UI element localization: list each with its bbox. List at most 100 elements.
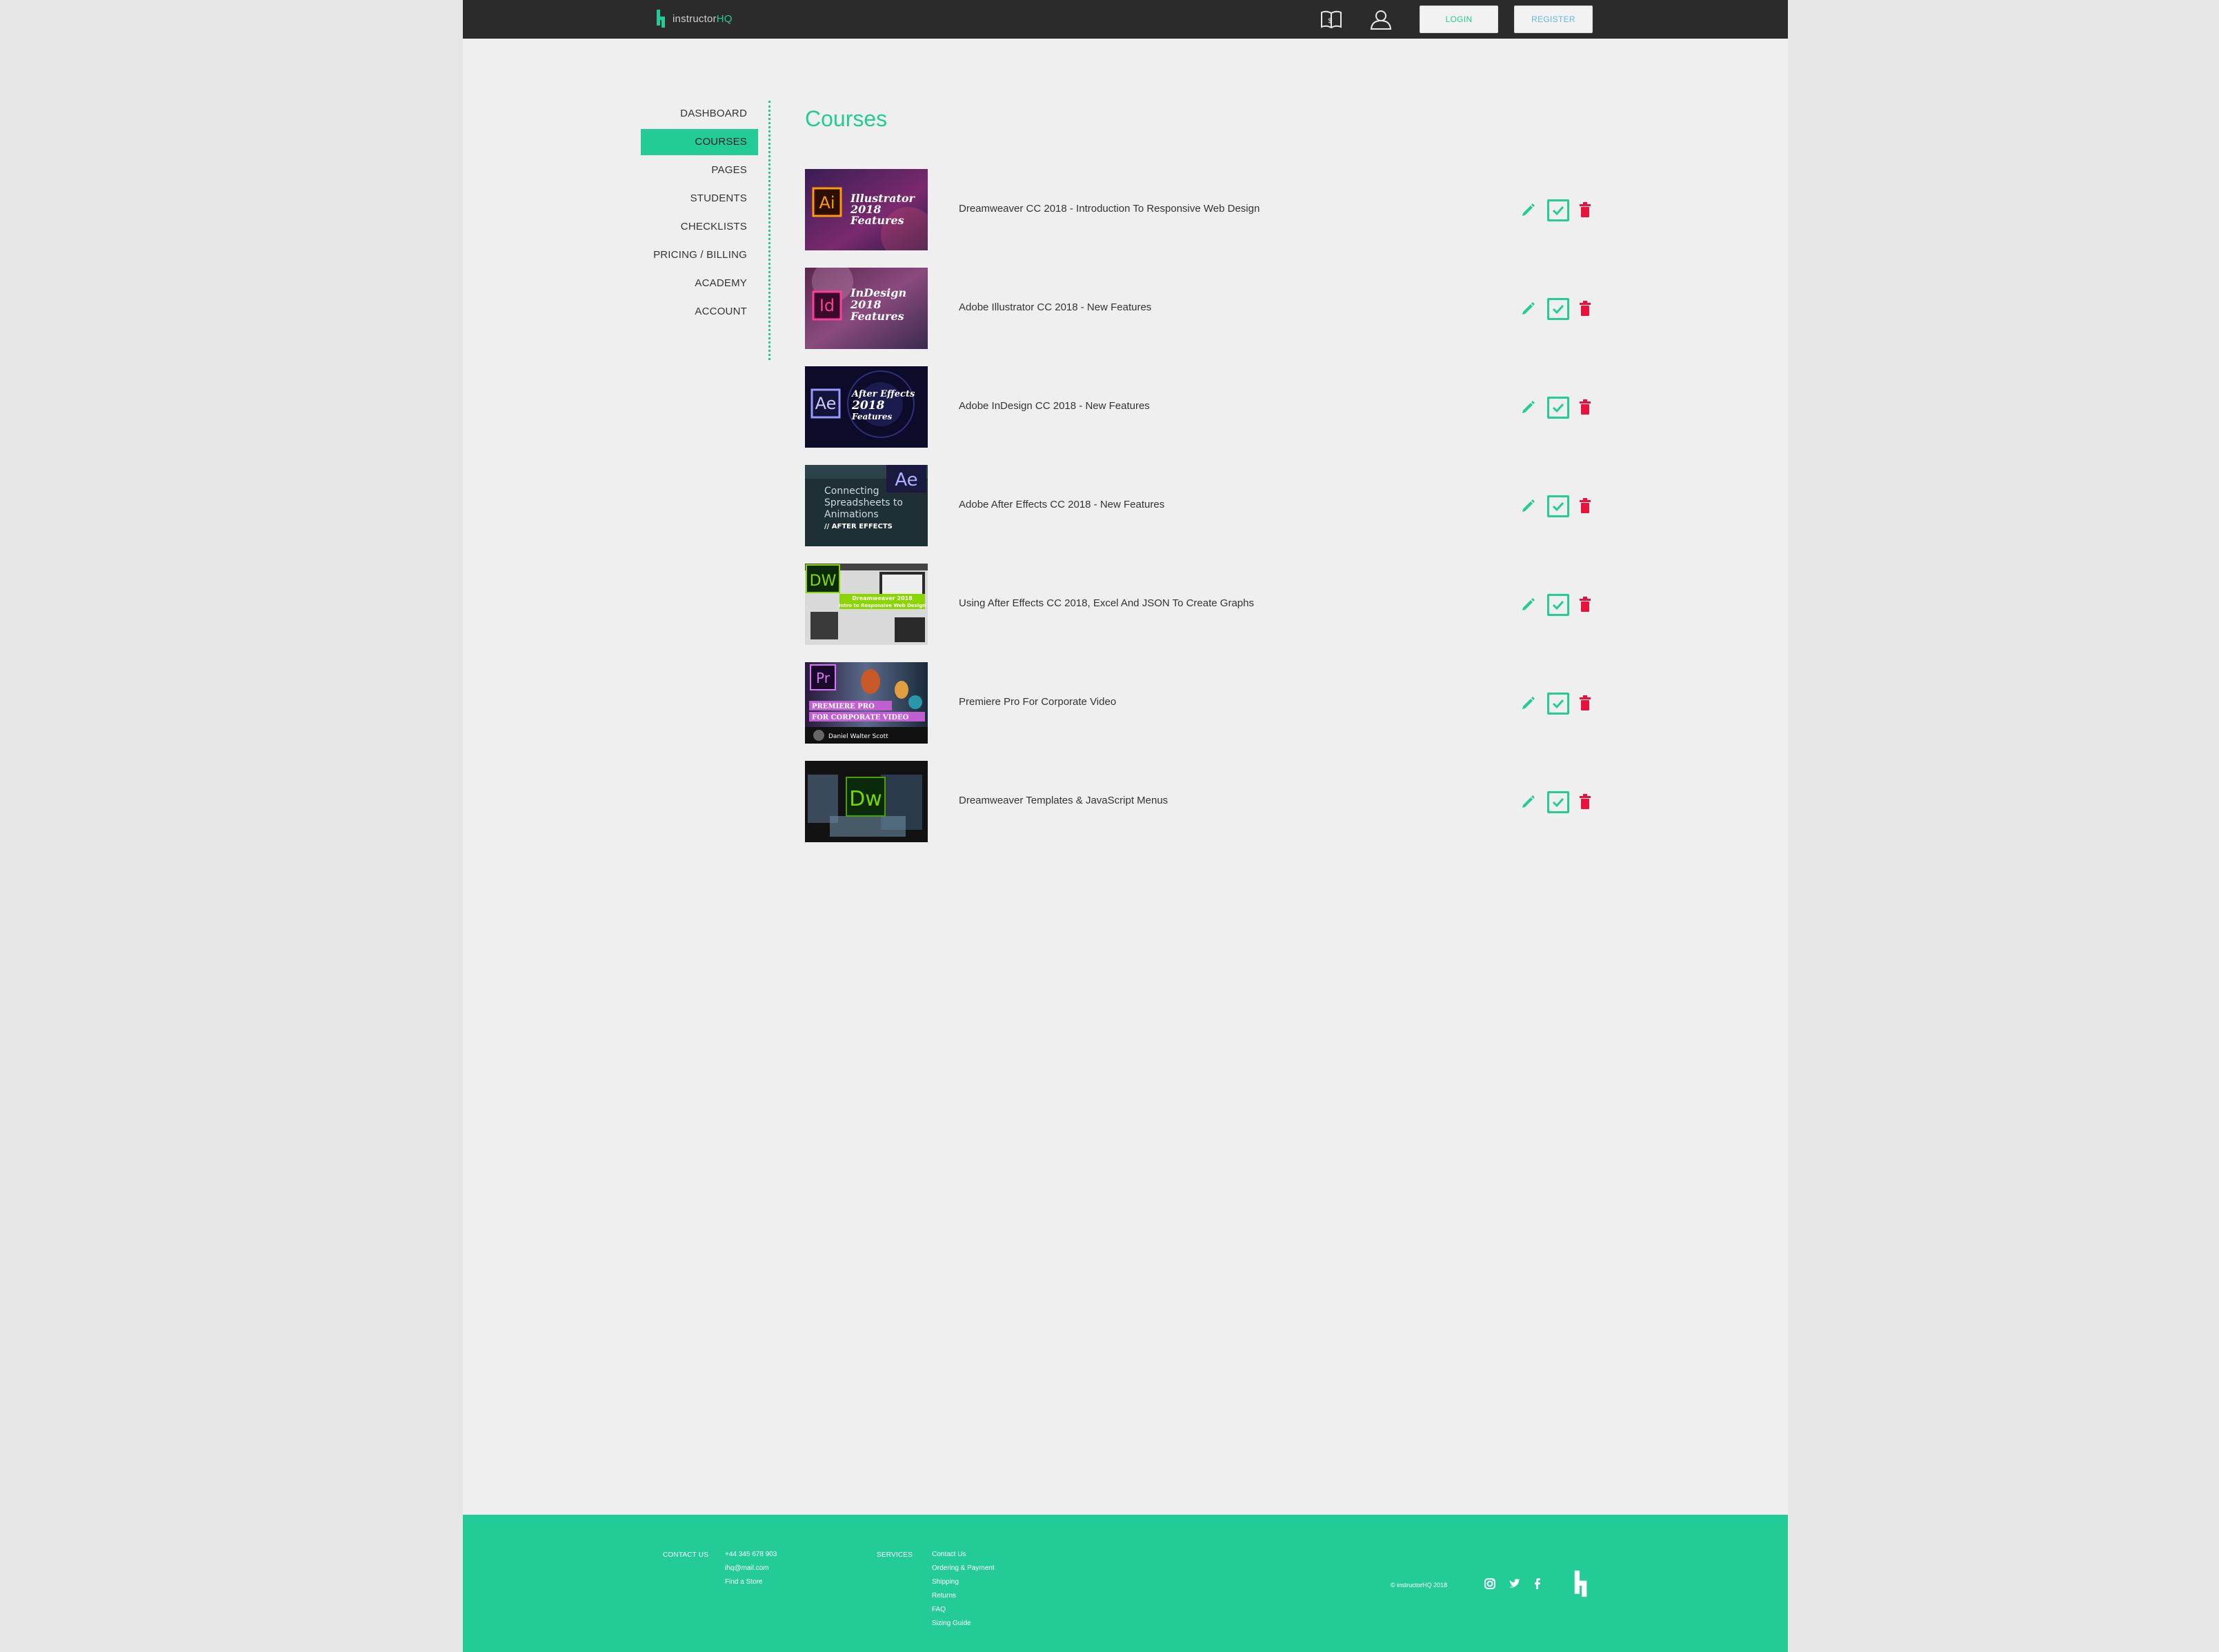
footer-link-ordering[interactable]: Ordering & Payment <box>932 1562 995 1575</box>
thumb-badge: Pr <box>816 670 830 686</box>
footer-contact-label: CONTACT US <box>663 1551 709 1559</box>
svg-text:Spreadsheets to: Spreadsheets to <box>824 497 903 508</box>
sidebar-divider <box>768 101 770 360</box>
thumb-badge: Ae <box>895 470 917 490</box>
sidebar-item-pricing-billing[interactable]: PRICING / BILLING <box>641 242 758 268</box>
sidebar-item-checklists[interactable]: CHECKLISTS <box>641 214 758 240</box>
pencil-icon[interactable] <box>1520 201 1537 218</box>
svg-text:FOR CORPORATE VIDEO: FOR CORPORATE VIDEO <box>812 714 909 721</box>
pencil-icon[interactable] <box>1520 793 1537 810</box>
book-icon[interactable]: $ <box>1320 8 1343 30</box>
sidebar-item-dashboard[interactable]: DASHBOARD <box>641 101 758 127</box>
facebook-icon[interactable] <box>1531 1577 1544 1591</box>
course-row: Id InDesign 2018 Features Adobe Illustra… <box>805 268 1598 349</box>
course-title[interactable]: Dreamweaver Templates & JavaScript Menus <box>959 795 1168 806</box>
svg-text:Features: Features <box>851 412 892 421</box>
check-icon[interactable] <box>1547 298 1569 320</box>
trash-icon[interactable] <box>1578 596 1592 613</box>
trash-icon[interactable] <box>1578 201 1592 218</box>
pencil-icon[interactable] <box>1520 596 1537 613</box>
thumb-badge: Ai <box>819 193 835 212</box>
course-title[interactable]: Adobe Illustrator CC 2018 - New Features <box>959 301 1151 313</box>
thumb-badge: DW <box>810 573 837 590</box>
svg-text:// AFTER EFFECTS: // AFTER EFFECTS <box>824 523 893 530</box>
svg-text:PREMIERE PRO: PREMIERE PRO <box>812 703 875 710</box>
pencil-icon[interactable] <box>1520 300 1537 317</box>
check-icon[interactable] <box>1547 693 1569 715</box>
footer-services-label: SERVICES <box>877 1551 913 1559</box>
course-thumbnail[interactable]: Pr PREMIERE PRO FOR CORPORATE VIDEO Dani… <box>805 662 928 744</box>
pencil-icon[interactable] <box>1520 399 1537 415</box>
course-row: Pr PREMIERE PRO FOR CORPORATE VIDEO Dani… <box>805 662 1598 744</box>
footer-link-shipping[interactable]: Shipping <box>932 1575 995 1589</box>
svg-text:Intro to Responsive Web Design: Intro to Responsive Web Design <box>839 603 926 608</box>
footer-link-returns[interactable]: Returns <box>932 1589 995 1603</box>
svg-text:Daniel Walter Scott: Daniel Walter Scott <box>828 733 888 740</box>
user-icon[interactable] <box>1369 8 1393 30</box>
course-row: Dw Dreamweaver Templates & JavaScript Me… <box>805 761 1598 842</box>
course-title[interactable]: Dreamweaver CC 2018 - Introduction To Re… <box>959 203 1260 215</box>
trash-icon[interactable] <box>1578 497 1592 514</box>
course-title[interactable]: Adobe InDesign CC 2018 - New Features <box>959 400 1150 412</box>
check-icon[interactable] <box>1547 199 1569 221</box>
trash-icon[interactable] <box>1578 793 1592 810</box>
course-thumbnail[interactable]: Dw <box>805 761 928 842</box>
twitter-icon[interactable] <box>1508 1577 1522 1591</box>
check-icon[interactable] <box>1547 397 1569 419</box>
svg-text:Features: Features <box>850 214 904 227</box>
footer-link-sizing[interactable]: Sizing Guide <box>932 1617 995 1631</box>
course-title[interactable]: Adobe After Effects CC 2018 - New Featur… <box>959 499 1164 510</box>
pencil-icon[interactable] <box>1520 695 1537 711</box>
footer: CONTACT US +44 345 678 903 ihq@mail.com … <box>463 1515 1788 1652</box>
footer-phone[interactable]: +44 345 678 903 <box>725 1548 777 1562</box>
course-title[interactable]: Premiere Pro For Corporate Video <box>959 696 1116 708</box>
instagram-icon[interactable] <box>1483 1577 1497 1591</box>
course-thumbnail[interactable]: Ae After Effects 2018 Features <box>805 366 928 448</box>
footer-logo-mark-icon[interactable] <box>1571 1569 1593 1599</box>
footer-link-faq[interactable]: FAQ <box>932 1603 995 1617</box>
course-thumbnail[interactable]: DW Dreamweaver 2018 Intro to Responsive … <box>805 564 928 645</box>
login-button[interactable]: LOGIN <box>1420 6 1498 33</box>
svg-text:Features: Features <box>850 310 904 323</box>
logo-mark-icon <box>657 10 665 28</box>
footer-contact-list: +44 345 678 903 ihq@mail.com Find a Stor… <box>725 1548 777 1589</box>
course-row: DW Dreamweaver 2018 Intro to Responsive … <box>805 564 1598 645</box>
footer-email[interactable]: ihq@mail.com <box>725 1562 777 1575</box>
course-thumbnail[interactable]: Ae Connecting Spreadsheets to Animations… <box>805 465 928 546</box>
svg-text:2018: 2018 <box>851 399 884 412</box>
course-row: Ae Connecting Spreadsheets to Animations… <box>805 465 1598 546</box>
footer-link-contact[interactable]: Contact Us <box>932 1548 995 1562</box>
logo[interactable]: instructorHQ <box>655 8 733 29</box>
course-row: Ae After Effects 2018 Features Adobe InD… <box>805 366 1598 448</box>
check-icon[interactable] <box>1547 791 1569 813</box>
page-title: Courses <box>805 106 888 131</box>
top-navbar: instructorHQ $ LOGIN REGISTER <box>463 0 1788 39</box>
footer-services-list: Contact Us Ordering & Payment Shipping R… <box>932 1548 995 1631</box>
svg-text:$: $ <box>1328 17 1332 25</box>
sidebar-item-courses[interactable]: COURSES <box>641 129 758 155</box>
course-thumbnail[interactable]: Id InDesign 2018 Features <box>805 268 928 349</box>
sidebar-item-pages[interactable]: PAGES <box>641 157 758 183</box>
page: instructorHQ $ LOGIN REGISTER DASHBOARD … <box>463 0 1788 1652</box>
check-icon[interactable] <box>1547 594 1569 616</box>
sidebar-item-account[interactable]: ACCOUNT <box>641 299 758 325</box>
trash-icon[interactable] <box>1578 695 1592 711</box>
logo-text: instructorHQ <box>673 12 733 25</box>
course-title[interactable]: Using After Effects CC 2018, Excel And J… <box>959 597 1254 609</box>
svg-text:After Effects: After Effects <box>850 389 915 399</box>
sidebar-item-students[interactable]: STUDENTS <box>641 186 758 212</box>
register-button[interactable]: REGISTER <box>1514 6 1593 33</box>
sidebar-nav: DASHBOARD COURSES PAGES STUDENTS CHECKLI… <box>641 101 758 327</box>
trash-icon[interactable] <box>1578 300 1592 317</box>
check-icon[interactable] <box>1547 495 1569 517</box>
thumb-badge: Id <box>819 296 835 315</box>
sidebar-item-academy[interactable]: ACADEMY <box>641 270 758 297</box>
svg-text:Connecting: Connecting <box>824 486 879 497</box>
pencil-icon[interactable] <box>1520 497 1537 514</box>
thumb-badge: Dw <box>849 787 882 811</box>
svg-text:Dreamweaver 2018: Dreamweaver 2018 <box>852 595 913 601</box>
course-thumbnail[interactable]: Ai Illustrator 2018 Features <box>805 169 928 250</box>
footer-copyright: © instructorHQ 2018 <box>1391 1582 1448 1589</box>
trash-icon[interactable] <box>1578 399 1592 415</box>
footer-find-store[interactable]: Find a Store <box>725 1575 777 1589</box>
